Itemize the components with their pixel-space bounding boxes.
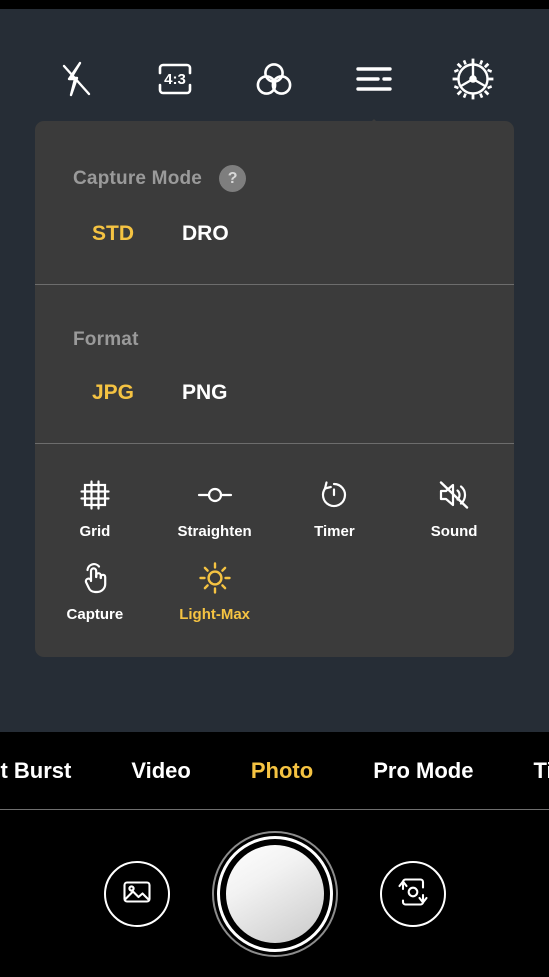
toggle-grid: Grid Straighten Timer Sound Capture Ligh… <box>35 444 514 623</box>
settings-panel: Capture Mode ? STD DRO Format JPG PNG Gr… <box>35 121 514 657</box>
color-filter-icon <box>251 57 297 101</box>
aspect-ratio-button[interactable]: 4:3 <box>144 48 206 110</box>
settings-button[interactable] <box>442 48 504 110</box>
flash-off-icon <box>54 57 98 101</box>
help-icon[interactable]: ? <box>219 165 247 192</box>
sound-off-icon <box>436 478 472 512</box>
grid-icon <box>79 478 111 512</box>
mode-video[interactable]: Video <box>101 758 221 784</box>
shutter-inner <box>225 845 324 943</box>
gallery-button[interactable] <box>103 861 170 927</box>
format-option-jpg[interactable]: JPG <box>73 381 182 405</box>
viewfinder[interactable]: 4:3 Capture Mode ? STD DRO Format JPG PN… <box>0 9 549 732</box>
toggle-grid-item[interactable]: Grid <box>35 478 155 540</box>
mode-fast-burst[interactable]: ast Burst <box>0 758 101 784</box>
svg-text:4:3: 4:3 <box>164 71 186 88</box>
gear-icon <box>450 56 496 102</box>
format-options: JPG PNG <box>73 351 476 443</box>
touch-capture-icon <box>79 561 111 595</box>
capture-mode-option-dro[interactable]: DRO <box>182 222 291 246</box>
mode-photo[interactable]: Photo <box>221 758 343 784</box>
gallery-icon <box>120 875 154 914</box>
capture-mode-label: Capture Mode <box>73 167 203 189</box>
color-filter-button[interactable] <box>243 48 305 110</box>
toggle-sound-item[interactable]: Sound <box>394 478 514 540</box>
more-settings-button[interactable] <box>343 48 405 132</box>
shutter-button[interactable] <box>216 836 333 952</box>
toggle-label: Timer <box>314 523 355 540</box>
timer-icon <box>317 478 351 512</box>
toggle-label: Grid <box>79 523 111 540</box>
toggle-light-max-item[interactable]: Light-Max <box>155 561 275 623</box>
mode-pro-mode[interactable]: Pro Mode <box>343 758 503 784</box>
toggle-label: Straighten <box>177 523 252 540</box>
switch-camera-button[interactable] <box>379 861 446 927</box>
gallery-slot <box>57 861 217 927</box>
toggle-label: Sound <box>430 523 478 540</box>
toggle-timer-item[interactable]: Timer <box>275 478 395 540</box>
aspect-ratio-icon: 4:3 <box>151 57 199 101</box>
mode-carousel[interactable]: ast Burst Video Photo Pro Mode Time <box>0 732 549 810</box>
toggle-capture-item[interactable]: Capture <box>35 561 155 623</box>
settings-list-icon <box>352 61 396 97</box>
mode-time-lapse[interactable]: Time <box>503 758 549 784</box>
straighten-icon <box>196 478 234 512</box>
switch-camera-icon <box>395 875 431 914</box>
flash-off-button[interactable] <box>45 48 107 110</box>
format-option-png[interactable]: PNG <box>182 381 291 405</box>
capture-mode-options: STD DRO <box>73 192 476 284</box>
format-section: Format JPG PNG <box>35 285 514 443</box>
status-bar <box>0 0 549 9</box>
format-label: Format <box>73 329 139 350</box>
shutter-bar <box>0 811 549 977</box>
switch-camera-slot <box>333 861 493 927</box>
top-toolbar: 4:3 <box>0 39 549 132</box>
capture-mode-section: Capture Mode ? STD DRO <box>35 121 514 284</box>
format-header: Format <box>73 285 476 351</box>
capture-mode-header: Capture Mode ? <box>73 121 476 192</box>
capture-mode-option-std[interactable]: STD <box>73 222 182 246</box>
sun-icon <box>198 561 232 595</box>
toggle-label: Light-Max <box>179 606 251 623</box>
mode-track: ast Burst Video Photo Pro Mode Time <box>0 758 549 784</box>
camera-app: 4:3 Capture Mode ? STD DRO Format JPG PN… <box>0 0 549 977</box>
toggle-straighten-item[interactable]: Straighten <box>155 478 275 540</box>
toggle-label: Capture <box>66 606 124 623</box>
